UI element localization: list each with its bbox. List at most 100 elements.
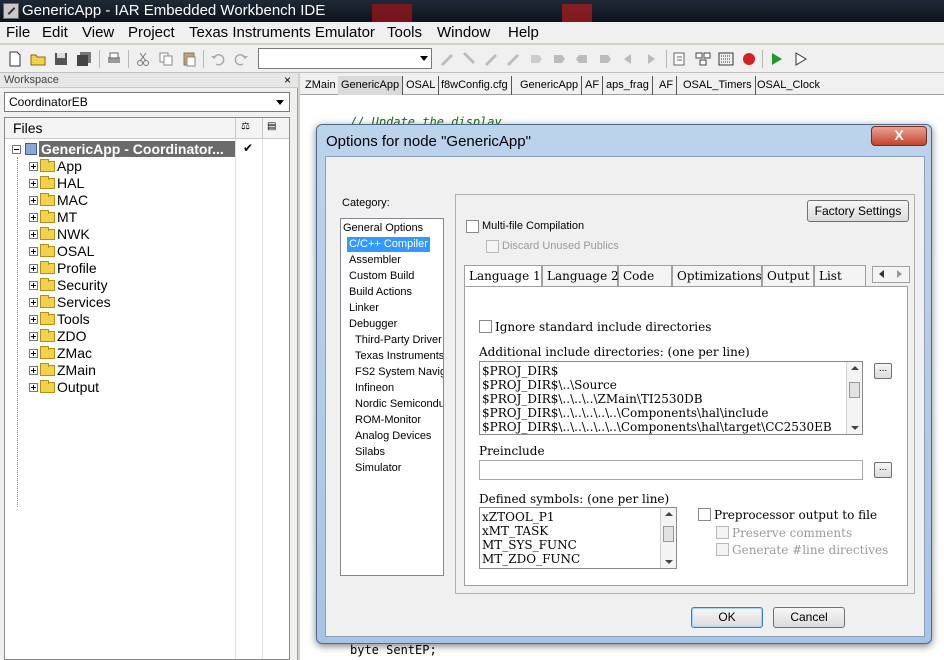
toggle-bookmark-icon[interactable] bbox=[550, 50, 568, 68]
tree-folder-nwk[interactable]: NWK bbox=[5, 226, 235, 243]
expand-icon[interactable] bbox=[29, 315, 38, 324]
scroll-up-icon[interactable] bbox=[851, 366, 859, 370]
browse-preinclude-button[interactable]: ... bbox=[874, 462, 892, 478]
paste-icon[interactable] bbox=[180, 50, 198, 68]
editor-tab[interactable]: OSAL bbox=[403, 76, 440, 95]
make-icon[interactable] bbox=[694, 50, 712, 68]
tree-folder-services[interactable]: Services bbox=[5, 294, 235, 311]
defined-symbols-scrollbar[interactable] bbox=[660, 508, 676, 568]
expand-icon[interactable] bbox=[29, 332, 38, 341]
menu-help[interactable]: Help bbox=[506, 22, 541, 44]
category-debugger[interactable]: Debugger bbox=[349, 317, 397, 332]
next-bookmark-icon[interactable] bbox=[596, 50, 614, 68]
expand-icon[interactable] bbox=[29, 213, 38, 222]
tab-code[interactable]: Code bbox=[618, 265, 672, 287]
download-and-debug-icon[interactable] bbox=[768, 50, 786, 68]
open-folder-icon[interactable] bbox=[29, 50, 47, 68]
expand-icon[interactable] bbox=[29, 298, 38, 307]
replace-icon[interactable] bbox=[504, 50, 522, 68]
factory-settings-button[interactable]: Factory Settings bbox=[807, 200, 909, 222]
category-infineon[interactable]: Infineon bbox=[355, 381, 394, 396]
preinclude-input[interactable] bbox=[479, 460, 863, 480]
tree-folder-output[interactable]: Output bbox=[5, 379, 235, 396]
editor-tab[interactable]: OSAL_Timers bbox=[680, 76, 756, 95]
category-nordic-semiconductor[interactable]: Nordic Semiconductor bbox=[355, 397, 443, 412]
category-analog-devices[interactable]: Analog Devices bbox=[355, 429, 431, 444]
print-icon[interactable] bbox=[105, 50, 123, 68]
expand-icon[interactable] bbox=[29, 162, 38, 171]
tree-folder-mac[interactable]: MAC bbox=[5, 192, 235, 209]
config-column-icon[interactable]: ▤ bbox=[267, 121, 283, 135]
chevron-right-icon[interactable] bbox=[897, 270, 902, 278]
expand-icon[interactable] bbox=[29, 247, 38, 256]
editor-tab[interactable]: ZMain bbox=[302, 76, 340, 95]
menu-texas-instruments-emulator[interactable]: Texas Instruments Emulator bbox=[187, 22, 377, 44]
breakpoint-icon[interactable] bbox=[740, 50, 758, 68]
category-texas-instruments[interactable]: Texas Instruments bbox=[355, 349, 443, 364]
tab-list[interactable]: List bbox=[814, 265, 866, 287]
tab-optimizations[interactable]: Optimizations bbox=[672, 265, 762, 287]
menu-file[interactable]: File bbox=[4, 22, 32, 44]
browse-include-button[interactable]: ... bbox=[874, 363, 892, 379]
undo-icon[interactable] bbox=[209, 50, 227, 68]
preserve-comments-checkbox[interactable] bbox=[716, 526, 729, 539]
multi-file-compilation-checkbox[interactable] bbox=[466, 220, 479, 233]
scroll-down-icon[interactable] bbox=[851, 426, 859, 430]
scroll-thumb[interactable] bbox=[663, 526, 674, 542]
expand-icon[interactable] bbox=[29, 281, 38, 290]
configuration-select[interactable]: CoordinatorEB bbox=[4, 92, 290, 112]
menu-window[interactable]: Window bbox=[435, 22, 492, 44]
category-general-options[interactable]: General Options bbox=[343, 221, 423, 236]
find-icon[interactable] bbox=[482, 50, 500, 68]
chevron-down-icon[interactable] bbox=[420, 56, 428, 61]
tree-folder-tools[interactable]: Tools bbox=[5, 311, 235, 328]
options-column-icon[interactable]: ⚖ bbox=[241, 121, 257, 135]
tree-folder-osal[interactable]: OSAL bbox=[5, 243, 235, 260]
debug-without-download-icon[interactable] bbox=[792, 50, 810, 68]
stop-build-icon[interactable] bbox=[717, 50, 735, 68]
scroll-down-icon[interactable] bbox=[665, 560, 673, 564]
menu-edit[interactable]: Edit bbox=[40, 22, 70, 44]
category-silabs[interactable]: Silabs bbox=[355, 445, 385, 460]
category-assembler[interactable]: Assembler bbox=[349, 253, 401, 268]
cut-icon[interactable] bbox=[134, 50, 152, 68]
tab-scroll[interactable] bbox=[872, 266, 910, 283]
tree-folder-hal[interactable]: HAL bbox=[5, 175, 235, 192]
scroll-up-icon[interactable] bbox=[665, 512, 673, 516]
navigate-forward-icon[interactable] bbox=[642, 50, 660, 68]
save-icon[interactable] bbox=[52, 50, 70, 68]
tab-language-2[interactable]: Language 2 bbox=[542, 265, 619, 287]
save-all-icon[interactable] bbox=[75, 50, 93, 68]
tree-folder-zmac[interactable]: ZMac bbox=[5, 345, 235, 362]
category-custom-build[interactable]: Custom Build bbox=[349, 269, 414, 284]
editor-tab[interactable]: GenericApp bbox=[517, 76, 583, 95]
goto-icon[interactable] bbox=[527, 50, 545, 68]
cancel-button[interactable]: Cancel bbox=[773, 607, 845, 628]
find-previous-icon[interactable] bbox=[460, 50, 478, 68]
find-next-icon[interactable] bbox=[438, 50, 456, 68]
category-linker[interactable]: Linker bbox=[349, 301, 379, 316]
category-simulator[interactable]: Simulator bbox=[355, 461, 401, 476]
generate-line-directives-checkbox[interactable] bbox=[716, 543, 729, 556]
menu-tools[interactable]: Tools bbox=[385, 22, 424, 44]
editor-tab[interactable]: AF bbox=[656, 76, 678, 95]
category-third-party-driver[interactable]: Third-Party Driver bbox=[355, 333, 442, 348]
category-fs2-system-navigator[interactable]: FS2 System Navigator bbox=[355, 365, 443, 380]
expand-icon[interactable] bbox=[29, 264, 38, 273]
close-icon[interactable]: × bbox=[284, 73, 291, 87]
editor-tab-active[interactable]: GenericApp bbox=[338, 76, 404, 95]
tab-language-1[interactable]: Language 1 bbox=[464, 265, 542, 288]
tree-folder-app[interactable]: App bbox=[5, 158, 235, 175]
copy-icon[interactable] bbox=[157, 50, 175, 68]
chevron-left-icon[interactable] bbox=[879, 270, 884, 278]
tab-output[interactable]: Output bbox=[762, 265, 814, 287]
chevron-down-icon[interactable] bbox=[276, 100, 284, 105]
editor-tab[interactable]: aps_frag bbox=[603, 76, 653, 95]
new-file-icon[interactable] bbox=[6, 50, 24, 68]
menu-project[interactable]: Project bbox=[126, 22, 177, 44]
include-scrollbar[interactable] bbox=[846, 362, 862, 434]
expand-icon[interactable] bbox=[29, 230, 38, 239]
tree-folder-security[interactable]: Security bbox=[5, 277, 235, 294]
ok-button[interactable]: OK bbox=[691, 607, 763, 628]
editor-tab[interactable]: OSAL_Clock bbox=[754, 76, 823, 95]
